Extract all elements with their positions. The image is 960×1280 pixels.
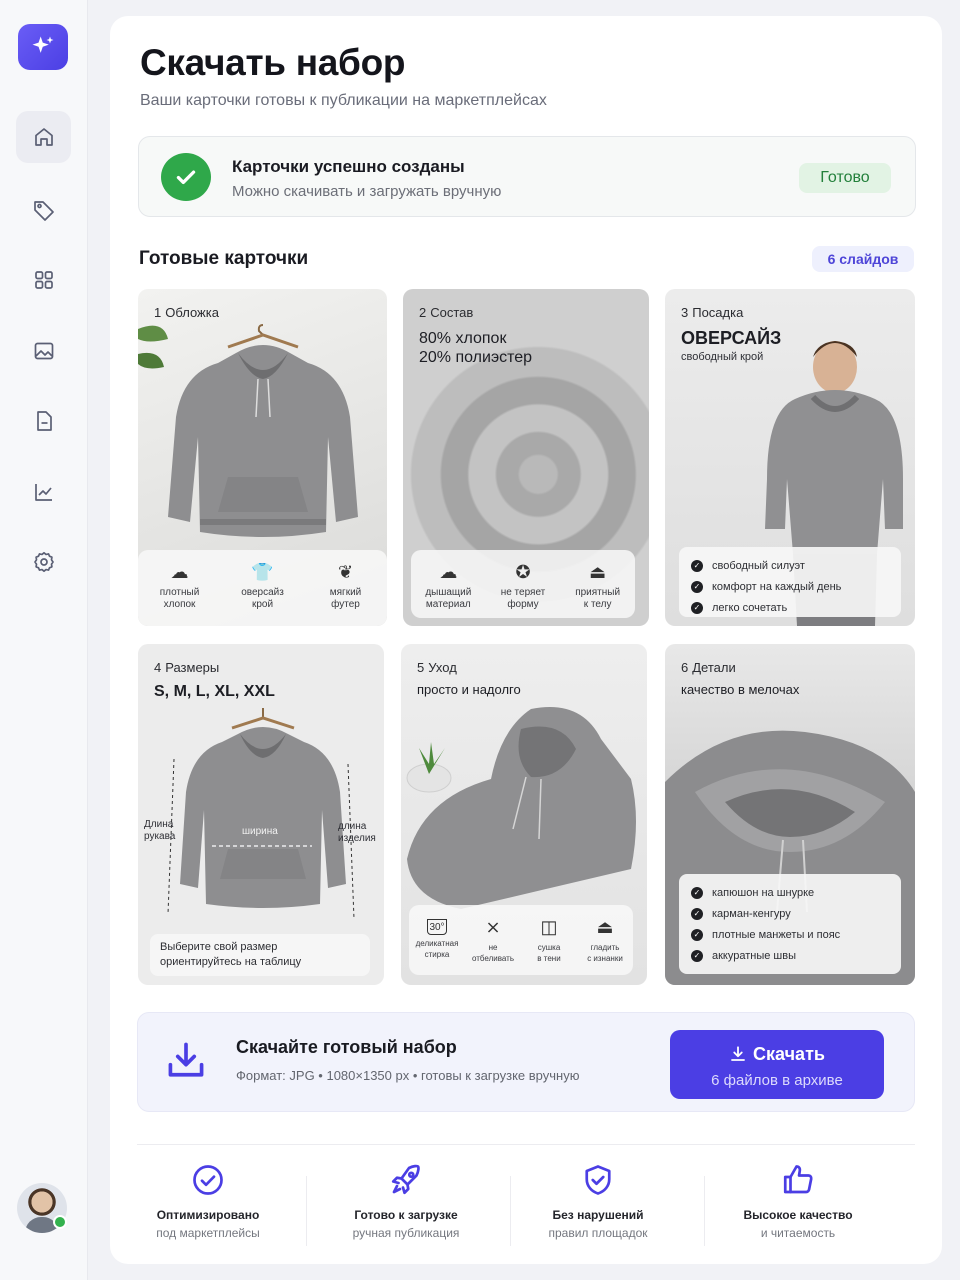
slide-label: 5 Уход bbox=[417, 660, 457, 675]
check-icon: ✓ bbox=[691, 928, 703, 941]
check-icon: ✓ bbox=[691, 580, 703, 593]
fit-checklist: ✓ свободный силуэт ✓ комфорт на каждый ден… bbox=[679, 547, 901, 617]
status-badge: Готово bbox=[799, 163, 891, 193]
shield-check-icon bbox=[585, 1165, 611, 1195]
download-button[interactable]: Скачать 6 файлов в архиве bbox=[670, 1030, 884, 1099]
cloud-icon: ☁ bbox=[439, 562, 458, 582]
slide-card-care[interactable]: 5 Уход просто и надолго 30° деликатная стир… bbox=[401, 644, 647, 985]
slide-card-composition[interactable]: 2 Состав 80% хлопок 20% полиэстер ☁ дышащий… bbox=[403, 289, 649, 626]
check-icon: ✓ bbox=[691, 886, 703, 899]
slide-card-sizes[interactable]: 4 Размеры S, M, L, XL, XXL Длина рукава ши… bbox=[138, 644, 384, 985]
sidebar-item-settings[interactable] bbox=[16, 536, 71, 588]
check-icon: ✓ bbox=[691, 949, 703, 962]
rocket-icon bbox=[391, 1164, 420, 1195]
success-check-icon bbox=[161, 153, 211, 201]
features-panel: ☁ дышащий материал ✪ не теряет форму ⏏ приятн… bbox=[411, 550, 635, 618]
logo[interactable] bbox=[18, 24, 68, 70]
slide-label: 6 Детали bbox=[681, 660, 736, 675]
download-meta: Формат: JPG • 1080×1350 px • готовы к за… bbox=[236, 1068, 580, 1083]
slide-card-fit[interactable]: 3 Посадка ОВЕРСАЙЗ свободный крой ✓ свобод… bbox=[665, 289, 915, 626]
divider bbox=[137, 1144, 915, 1145]
section-title: Готовые карточки bbox=[139, 248, 309, 269]
download-button-sublabel: 6 файлов в архиве bbox=[711, 1072, 843, 1089]
feature-compliance: Без нарушений правил площадок bbox=[503, 1162, 693, 1240]
wash-30-icon: 30° bbox=[427, 919, 447, 935]
settings-icon bbox=[33, 551, 54, 573]
slides-count-badge: 6 слайдов bbox=[812, 246, 914, 272]
document-icon bbox=[36, 411, 52, 431]
download-title: Скачайте готовый набор bbox=[236, 1037, 457, 1057]
sidebar-item-images[interactable] bbox=[16, 325, 71, 377]
sizes-headline: S, M, L, XL, XXL bbox=[154, 683, 275, 700]
composition-text: 80% хлопок 20% полиэстер bbox=[419, 330, 533, 366]
details-subline: качество в мелочах bbox=[681, 682, 800, 697]
success-banner: Карточки успешно созданы Можно скачивать… bbox=[138, 136, 916, 217]
check-item: ✓ комфорт на каждый день bbox=[691, 576, 889, 597]
check-icon: ✓ bbox=[691, 601, 703, 614]
check-item: ✓ аккуратные швы bbox=[691, 945, 889, 966]
care-icons-panel: 30° деликатная стирка ⨯ не отбеливать ◫ сушка… bbox=[409, 905, 633, 975]
feature-quality: Высокое качество и читаемость bbox=[703, 1162, 893, 1240]
download-icon bbox=[731, 1046, 745, 1061]
slide-label: 3 Посадка bbox=[681, 305, 744, 320]
check-item: ✓ карман-кенгуру bbox=[691, 903, 889, 924]
chart-icon bbox=[34, 484, 52, 501]
slide-label: 4 Размеры bbox=[154, 660, 220, 675]
body-length-label: длина изделия bbox=[338, 821, 376, 844]
no-bleach-icon: ⨯ bbox=[485, 917, 501, 937]
shade-dry-icon: ◫ bbox=[540, 917, 558, 937]
care-subline: просто и надолго bbox=[417, 682, 521, 697]
sidebar-item-home[interactable] bbox=[16, 111, 71, 163]
download-tray-icon bbox=[168, 1042, 204, 1077]
download-button-label: Скачать bbox=[670, 1044, 884, 1065]
home-icon bbox=[34, 128, 53, 146]
sleeve-length-label: Длина рукава bbox=[144, 819, 176, 842]
sidebar bbox=[0, 0, 88, 1280]
sidebar-item-grid[interactable] bbox=[16, 254, 71, 306]
check-item: ✓ свободный силуэт bbox=[691, 555, 889, 576]
sidebar-item-analytics[interactable] bbox=[16, 466, 71, 518]
features-panel: ☁ плотный хлопок 👕 оверсайз крой ❦ мягкий футе… bbox=[138, 550, 387, 626]
folded-hoodie-image bbox=[407, 707, 636, 909]
main-panel: Скачать набор Ваши карточки готовы к пуб… bbox=[110, 16, 942, 1264]
check-item: ✓ капюшон на шнурке bbox=[691, 882, 889, 903]
thumbs-up-icon bbox=[783, 1165, 813, 1194]
details-checklist: ✓ капюшон на шнурке ✓ карман-кенгуру ✓ плот… bbox=[679, 874, 901, 974]
slide-card-cover[interactable]: 1 Обложка ☁ плотный хлопок 👕 оверсайз крой ❦ м… bbox=[138, 289, 387, 626]
sidebar-item-documents[interactable] bbox=[16, 395, 71, 447]
tag-icon bbox=[33, 201, 54, 221]
slide-label: 2 Состав bbox=[419, 305, 474, 320]
iron-low-icon: ⏏ bbox=[596, 917, 614, 937]
download-panel: Скачайте готовый набор Формат: JPG • 108… bbox=[137, 1012, 915, 1112]
grid-icon bbox=[34, 271, 53, 289]
success-title: Карточки успешно созданы bbox=[232, 157, 465, 176]
sidebar-item-tags[interactable] bbox=[16, 184, 71, 236]
sparkles-icon bbox=[32, 36, 54, 53]
check-icon: ✓ bbox=[691, 559, 703, 572]
badge-check-icon: ✪ bbox=[515, 562, 531, 582]
slide-card-details[interactable]: 6 Детали качество в мелочах ✓ капюшон на ш… bbox=[665, 644, 915, 985]
image-icon bbox=[34, 342, 53, 360]
size-note: Выберите свой размер ориентируйтесь на та… bbox=[150, 934, 370, 976]
feature-ready: Готово к загрузке ручная публикация bbox=[311, 1162, 501, 1240]
online-status-dot bbox=[53, 1215, 67, 1229]
cloud-icon: ☁ bbox=[170, 562, 189, 582]
check-item: ✓ плотные манжеты и пояс bbox=[691, 924, 889, 945]
check-item: ✓ легко сочетать bbox=[691, 597, 889, 618]
leaf-icon: ❦ bbox=[337, 562, 354, 582]
check-circle-icon bbox=[193, 1165, 223, 1195]
page-title: Скачать набор bbox=[140, 42, 406, 83]
iron-icon: ⏏ bbox=[589, 562, 607, 582]
success-text: Можно скачивать и загружать вручную bbox=[232, 183, 502, 200]
feature-optimized: Оптимизировано под маркетплейсы bbox=[113, 1162, 303, 1240]
divider bbox=[306, 1176, 307, 1246]
page-subtitle: Ваши карточки готовы к публикации на мар… bbox=[140, 92, 547, 109]
hoodie-image bbox=[168, 324, 358, 537]
shirt-icon: 👕 bbox=[251, 562, 274, 582]
width-label: ширина bbox=[242, 826, 278, 837]
check-icon: ✓ bbox=[691, 907, 703, 920]
